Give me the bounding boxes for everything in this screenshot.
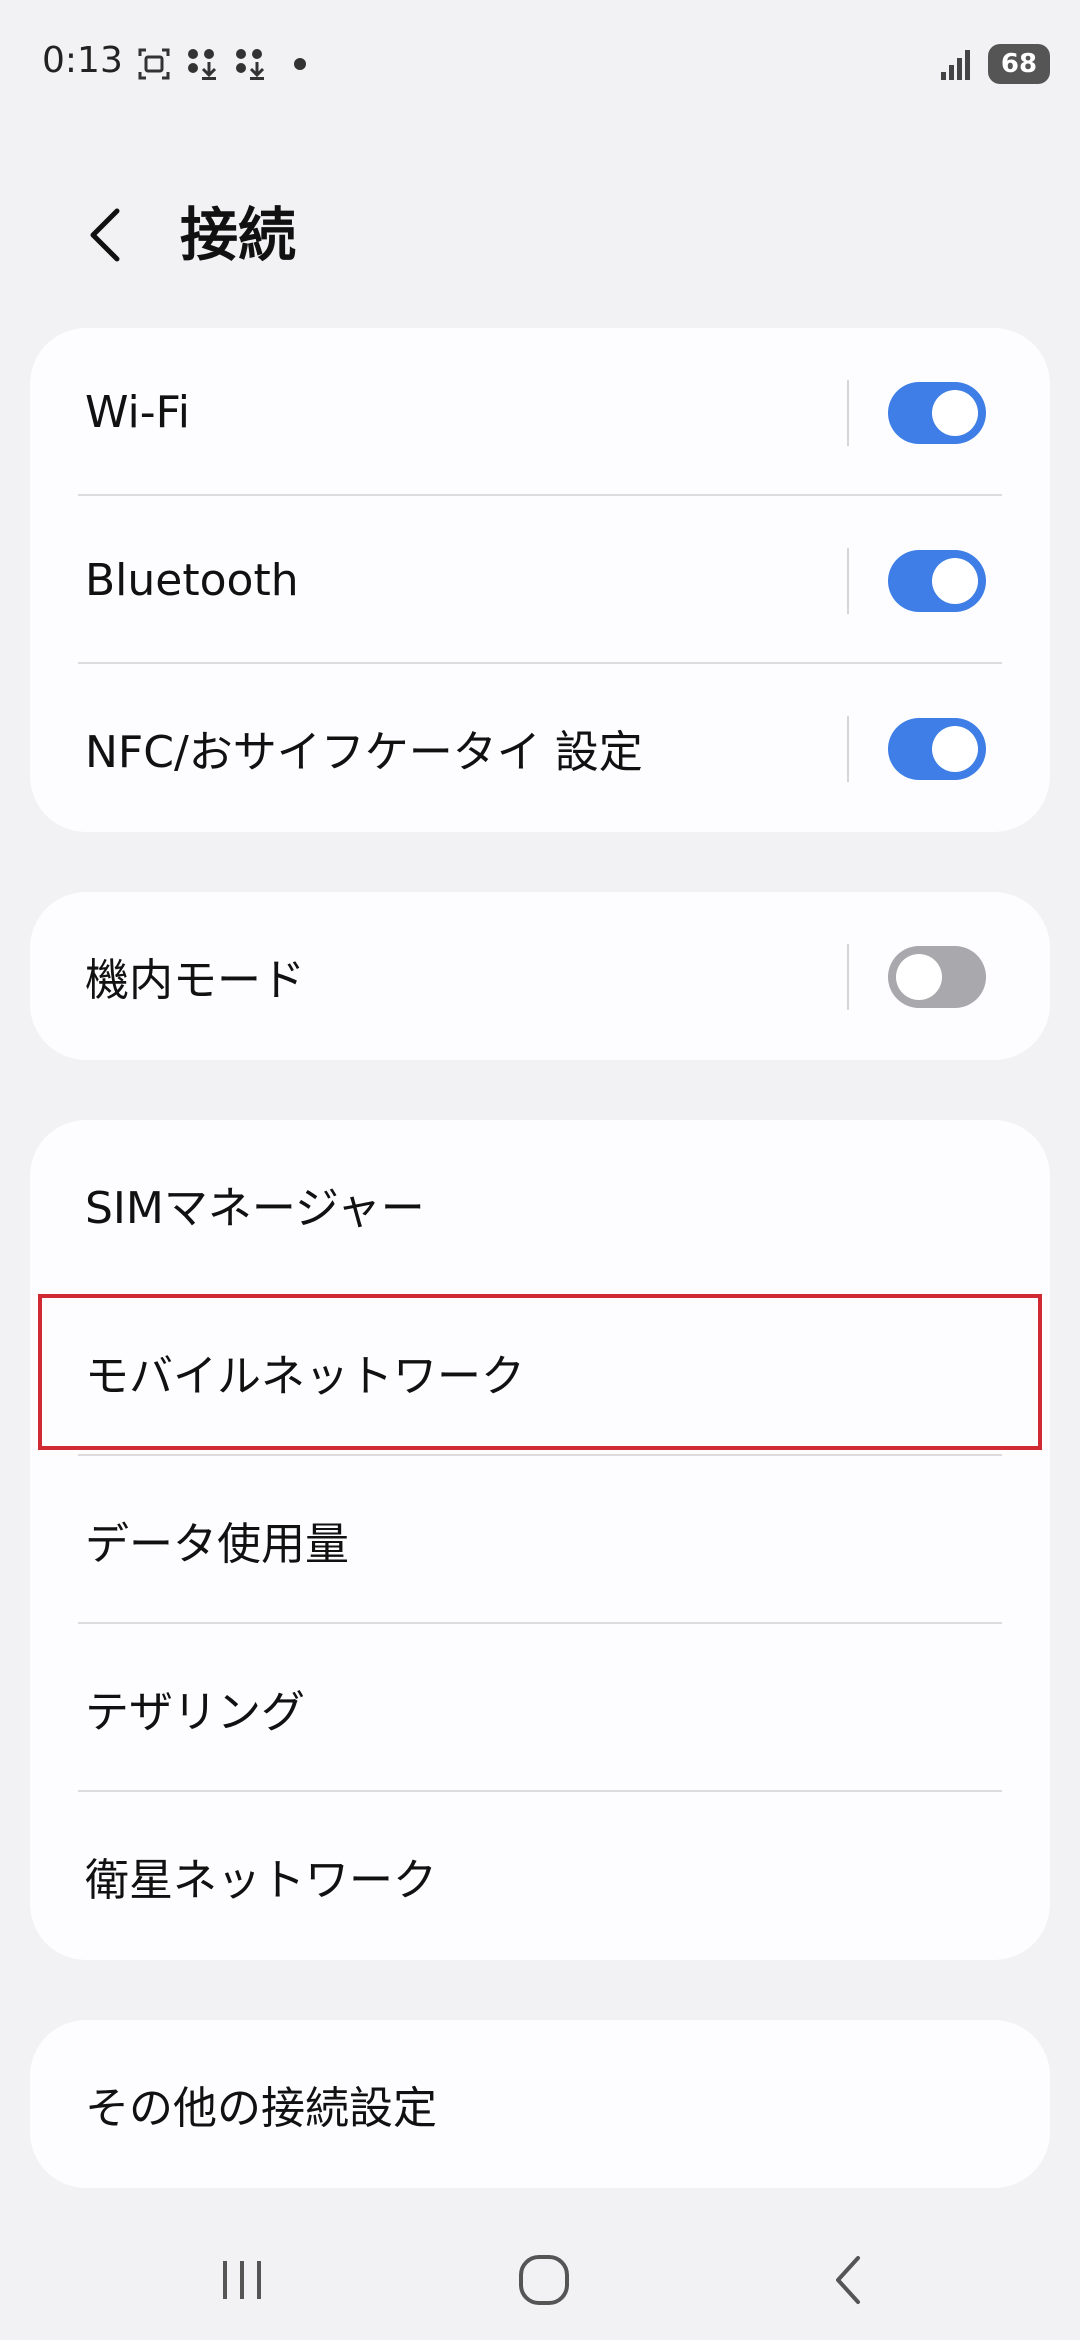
- notification-icons: [136, 46, 306, 82]
- download-icon: [188, 49, 217, 80]
- navigation-bar: [0, 2220, 1080, 2340]
- battery-indicator: 68: [988, 44, 1050, 84]
- header: 接続: [0, 170, 1080, 300]
- chevron-left-icon: [90, 208, 120, 262]
- airplane-mode-toggle[interactable]: [888, 946, 986, 1008]
- row-label: NFC/おサイフケータイ 設定: [85, 727, 643, 778]
- card-wireless: Wi-Fi Bluetooth NFC/おサイフケータイ 設定: [30, 328, 1050, 832]
- row-label: モバイルネットワーク: [85, 1351, 525, 1402]
- status-bar: 0:13 68: [0, 0, 1080, 130]
- row-satellite-network[interactable]: 衛星ネットワーク: [30, 1792, 1050, 1960]
- recent-apps-icon: [223, 2261, 261, 2299]
- nav-back-button[interactable]: [808, 2250, 888, 2310]
- home-icon: [519, 2255, 569, 2305]
- divider: [847, 548, 849, 614]
- toggle-knob: [932, 558, 978, 604]
- toggle-knob: [896, 954, 942, 1000]
- row-sim-manager[interactable]: SIMマネージャー: [30, 1120, 1050, 1288]
- page-title: 接続: [180, 201, 297, 269]
- row-label: テザリング: [85, 1687, 305, 1738]
- row-tethering[interactable]: テザリング: [30, 1624, 1050, 1792]
- recent-apps-button[interactable]: [202, 2250, 282, 2310]
- row-other-connection-settings[interactable]: その他の接続設定: [30, 2020, 1050, 2188]
- more-notifications-dot-icon: [294, 58, 306, 70]
- divider: [847, 944, 849, 1010]
- wifi-toggle[interactable]: [888, 382, 986, 444]
- bluetooth-toggle[interactable]: [888, 550, 986, 612]
- row-label: SIMマネージャー: [85, 1183, 425, 1234]
- row-label: 衛星ネットワーク: [85, 1855, 437, 1906]
- row-mobile-network[interactable]: モバイルネットワーク: [30, 1288, 1050, 1456]
- row-label: その他の接続設定: [85, 2083, 437, 2134]
- card-network: SIMマネージャー モバイルネットワーク データ使用量 テザリング 衛星ネットワ…: [30, 1120, 1050, 1960]
- back-icon: [836, 2256, 860, 2304]
- row-nfc[interactable]: NFC/おサイフケータイ 設定: [30, 664, 1050, 832]
- row-label: 機内モード: [85, 955, 305, 1006]
- card-other: その他の接続設定: [30, 2020, 1050, 2188]
- row-data-usage[interactable]: データ使用量: [30, 1456, 1050, 1624]
- back-button[interactable]: [70, 200, 140, 270]
- screenshot-icon: [138, 48, 170, 80]
- signal-strength-icon: [941, 50, 970, 80]
- row-bluetooth[interactable]: Bluetooth: [30, 496, 1050, 664]
- nfc-toggle[interactable]: [888, 718, 986, 780]
- row-airplane-mode[interactable]: 機内モード: [30, 892, 1050, 1060]
- divider: [847, 380, 849, 446]
- row-label: データ使用量: [85, 1519, 349, 1570]
- home-button[interactable]: [504, 2250, 584, 2310]
- divider: [847, 716, 849, 782]
- row-wifi[interactable]: Wi-Fi: [30, 328, 1050, 496]
- toggle-knob: [932, 726, 978, 772]
- row-label: Wi-Fi: [85, 386, 190, 438]
- toggle-knob: [932, 390, 978, 436]
- card-airplane: 機内モード: [30, 892, 1050, 1060]
- download-icon-2: [236, 49, 265, 80]
- status-time: 0:13: [42, 40, 123, 81]
- row-label: Bluetooth: [85, 554, 299, 606]
